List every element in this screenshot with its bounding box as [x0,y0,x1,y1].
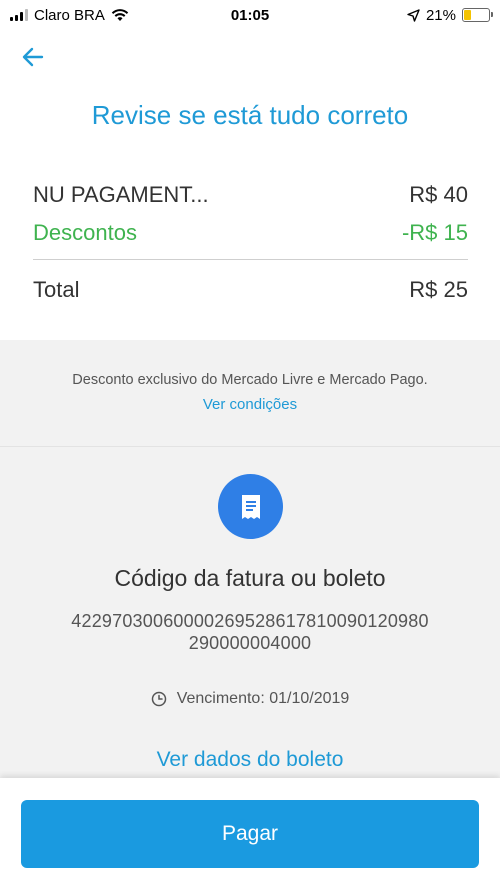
view-boleto-details-link[interactable]: Ver dados do boleto [0,748,500,772]
total-row: Total R$ 25 [33,264,468,316]
carrier-name: Claro BRA [34,6,105,24]
boleto-code-line-2: 290000004000 [188,633,312,653]
item-row: NU PAGAMENT... R$ 40 [33,175,468,215]
total-label: Total [33,277,80,302]
footer-bar: Pagar [0,778,500,889]
view-conditions-link[interactable]: Ver condições [0,396,500,413]
discount-row: Descontos -R$ 15 [33,215,468,251]
battery-percentage: 21% [425,6,456,24]
payment-summary: NU PAGAMENT... R$ 40 Descontos -R$ 15 To… [33,175,468,316]
discount-disclaimer: Desconto exclusivo do Mercado Livre e Me… [72,372,428,388]
location-icon [407,8,420,22]
boleto-code-number: 42297030060000269528617810090120980 2900… [30,610,470,654]
receipt-icon-badge [218,474,283,539]
due-date-row: Vencimento: 01/10/2019 [0,690,500,708]
clock-icon [151,691,166,707]
boleto-code-line-1: 42297030060000269528617810090120980 [71,611,429,631]
status-right: 21% [310,6,493,24]
battery-icon [462,8,493,22]
total-value: R$ 25 [409,277,468,302]
receipt-icon [241,494,260,519]
page-title: Revise se está tudo correto [91,100,409,130]
item-value: R$ 40 [409,182,468,207]
status-bar: Claro BRA 01:05 21% [0,0,500,30]
section-divider [0,446,500,447]
due-date: Vencimento: 01/10/2019 [176,690,350,707]
discount-label: Descontos [33,220,137,245]
signal-icon [10,9,28,21]
clock-time: 01:05 [230,6,270,24]
summary-divider [33,259,468,260]
wifi-icon [111,9,129,21]
discount-value: -R$ 15 [401,220,468,245]
pay-button[interactable]: Pagar [21,800,479,868]
status-left: Claro BRA [10,7,190,24]
item-label: NU PAGAMENT... [33,182,209,207]
review-panel: Revise se está tudo correto NU PAGAMENT.… [0,30,500,340]
back-arrow-icon[interactable] [20,44,46,70]
boleto-code-title: Código da fatura ou boleto [114,565,386,591]
